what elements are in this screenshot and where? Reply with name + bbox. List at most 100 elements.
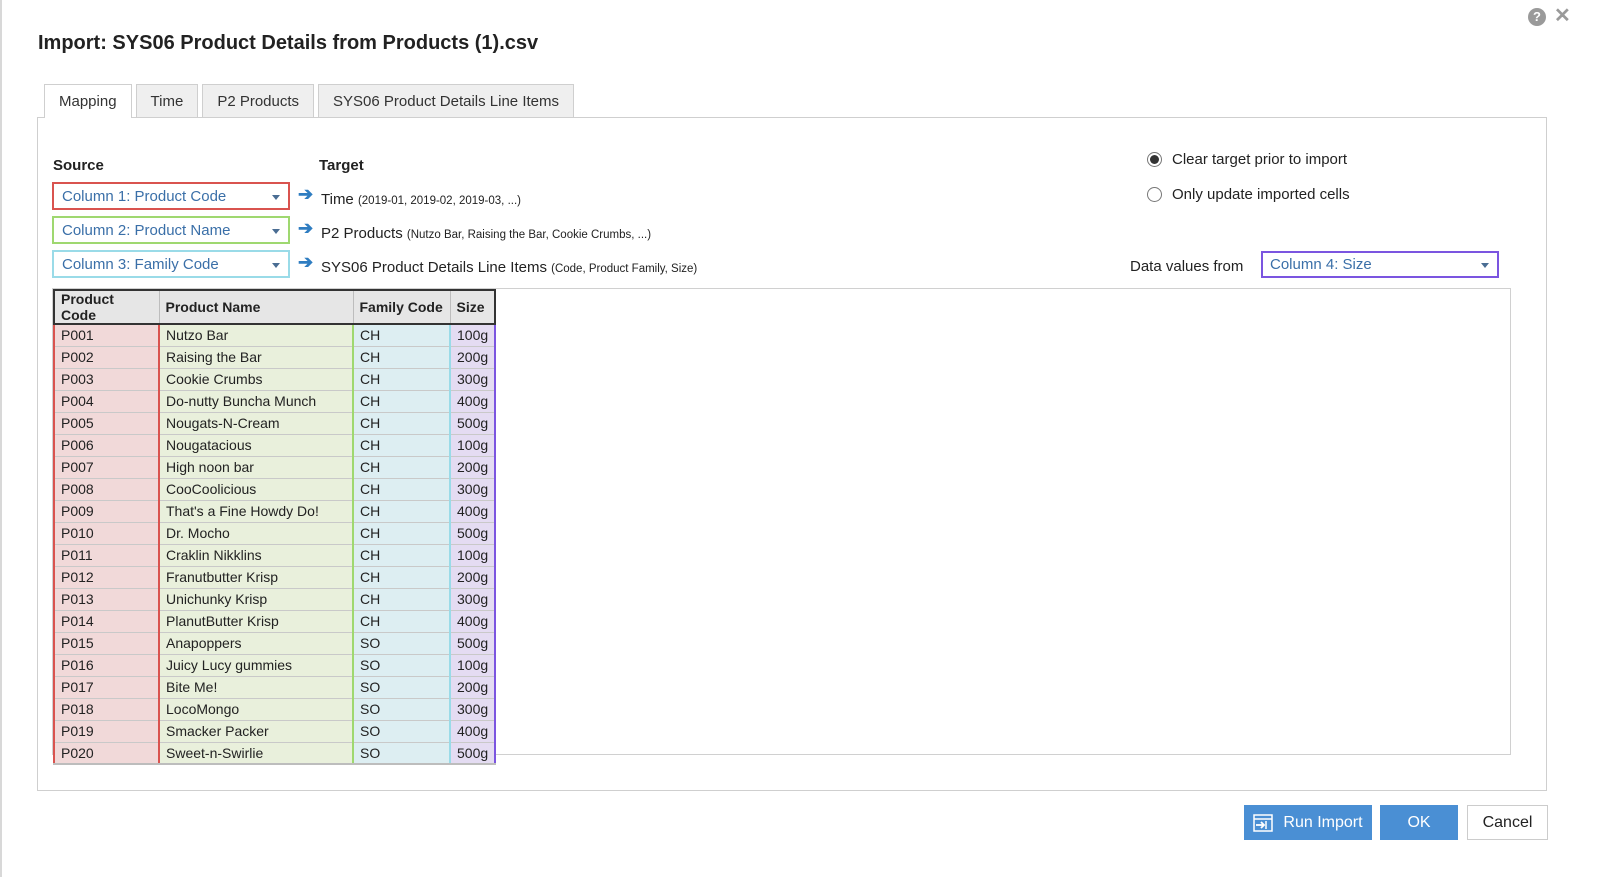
target-p2-products: P2 Products (Nutzo Bar, Raising the Bar,…: [321, 225, 651, 242]
cell-family-code: SO: [352, 676, 451, 699]
radio-clear-target[interactable]: Clear target prior to import: [1147, 151, 1347, 168]
cell-product-code: P005: [53, 412, 160, 435]
ok-button[interactable]: OK: [1380, 805, 1458, 840]
target-hint: (2019-01, 2019-02, 2019-03, ...): [357, 195, 521, 207]
window-left-edge: [0, 0, 2, 877]
cell-product-name: LocoMongo: [159, 698, 354, 721]
cell-product-code: P014: [53, 610, 160, 633]
cell-product-name: Nougats-N-Cream: [159, 412, 354, 435]
source-select-1[interactable]: Column 1: Product Code: [52, 182, 290, 210]
table-row: P011 Craklin Nikklins CH 100g: [53, 544, 497, 567]
cell-size: 400g: [448, 610, 497, 633]
target-hint: (Nutzo Bar, Raising the Bar, Cookie Crum…: [406, 229, 652, 241]
cell-size: 400g: [448, 390, 497, 413]
tab-mapping[interactable]: Mapping: [44, 84, 132, 118]
source-select-2-value: Column 2: Product Name: [62, 221, 231, 239]
close-icon[interactable]: ✕: [1554, 5, 1571, 27]
cell-size: 300g: [448, 588, 497, 611]
cell-family-code: SO: [352, 742, 451, 765]
cell-family-code: CH: [352, 544, 451, 567]
data-values-label: Data values from: [1130, 258, 1244, 275]
cell-size: 200g: [448, 346, 497, 369]
radio-only-update[interactable]: Only update imported cells: [1147, 186, 1350, 203]
cell-family-code: CH: [352, 346, 451, 369]
cell-product-code: P019: [53, 720, 160, 743]
arrow-right-icon: ➔: [298, 252, 314, 272]
cell-product-code: P007: [53, 456, 160, 479]
cell-size: 500g: [448, 522, 497, 545]
cell-product-name: CooCoolicious: [159, 478, 354, 501]
target-hint: (Code, Product Family, Size): [551, 263, 698, 275]
cell-product-code: P016: [53, 654, 160, 677]
cell-size: 500g: [448, 742, 497, 765]
source-select-3[interactable]: Column 3: Family Code: [52, 250, 290, 278]
cell-family-code: SO: [352, 720, 451, 743]
cell-family-code: CH: [352, 522, 451, 545]
cell-product-code: P003: [53, 368, 160, 391]
run-import-button[interactable]: Run Import: [1244, 805, 1372, 840]
arrow-right-icon: ➔: [298, 218, 314, 238]
target-line-items: SYS06 Product Details Line Items (Code, …: [321, 259, 697, 276]
cell-product-code: P006: [53, 434, 160, 457]
cell-product-code: P008: [53, 478, 160, 501]
cell-family-code: CH: [352, 478, 451, 501]
data-values-select[interactable]: Column 4: Size: [1261, 251, 1499, 278]
source-select-1-value: Column 1: Product Code: [62, 187, 227, 205]
import-icon: [1253, 813, 1274, 832]
table-row: P015 Anapoppers SO 500g: [53, 632, 497, 655]
cell-product-name: Craklin Nikklins: [159, 544, 354, 567]
preview-table: Product Code Product Name Family Code Si…: [53, 289, 497, 765]
radio-label: Only update imported cells: [1172, 186, 1350, 203]
table-row: P014 PlanutButter Krisp CH 400g: [53, 610, 497, 633]
cancel-button[interactable]: Cancel: [1467, 805, 1548, 840]
cell-product-name: Nougatacious: [159, 434, 354, 457]
tab-time[interactable]: Time: [135, 84, 199, 117]
table-row: P001 Nutzo Bar CH 100g: [53, 324, 497, 347]
cell-product-code: P004: [53, 390, 160, 413]
chevron-down-icon: [272, 195, 280, 200]
target-name: P2 Products: [321, 225, 403, 242]
table-row: P012 Franutbutter Krisp CH 200g: [53, 566, 497, 589]
target-heading: Target: [319, 157, 364, 174]
source-heading: Source: [53, 157, 104, 174]
table-row: P004 Do-nutty Buncha Munch CH 400g: [53, 390, 497, 413]
cell-family-code: CH: [352, 324, 451, 347]
cell-family-code: CH: [352, 390, 451, 413]
cell-product-name: Anapoppers: [159, 632, 354, 655]
cell-product-name: PlanutButter Krisp: [159, 610, 354, 633]
cell-size: 300g: [448, 698, 497, 721]
source-select-2[interactable]: Column 2: Product Name: [52, 216, 290, 244]
cell-family-code: CH: [352, 610, 451, 633]
cell-product-code: P020: [53, 742, 160, 765]
cell-family-code: SO: [352, 654, 451, 677]
radio-button-checked[interactable]: [1147, 152, 1162, 167]
table-row: P017 Bite Me! SO 200g: [53, 676, 497, 699]
dialog-title: Import: SYS06 Product Details from Produ…: [38, 32, 539, 54]
radio-button[interactable]: [1147, 187, 1162, 202]
radio-label: Clear target prior to import: [1172, 151, 1348, 168]
cell-family-code: SO: [352, 632, 451, 655]
arrow-right-icon: ➔: [298, 184, 314, 204]
cell-family-code: CH: [352, 368, 451, 391]
cell-product-code: P018: [53, 698, 160, 721]
run-import-label: Run Import: [1283, 813, 1363, 831]
table-row: P010 Dr. Mocho CH 500g: [53, 522, 497, 545]
cell-family-code: CH: [352, 588, 451, 611]
cell-product-name: Juicy Lucy gummies: [159, 654, 354, 677]
table-header-row: Product Code Product Name Family Code Si…: [53, 289, 497, 325]
help-icon[interactable]: ?: [1528, 8, 1546, 26]
cell-product-code: P002: [53, 346, 160, 369]
cell-product-name: Nutzo Bar: [159, 324, 354, 347]
cell-size: 200g: [448, 676, 497, 699]
table-row: P003 Cookie Crumbs CH 300g: [53, 368, 497, 391]
table-row: P006 Nougatacious CH 100g: [53, 434, 497, 457]
cell-product-code: P011: [53, 544, 160, 567]
table-row: P009 That's a Fine Howdy Do! CH 400g: [53, 500, 497, 523]
tab-sys06-line-items[interactable]: SYS06 Product Details Line Items: [318, 84, 574, 117]
cell-product-name: Do-nutty Buncha Munch: [159, 390, 354, 413]
cell-family-code: CH: [352, 456, 451, 479]
cell-family-code: CH: [352, 500, 451, 523]
target-time: Time (2019-01, 2019-02, 2019-03, ...): [321, 191, 521, 208]
tab-p2-products[interactable]: P2 Products: [202, 84, 315, 117]
header-family-code: Family Code: [352, 289, 451, 325]
